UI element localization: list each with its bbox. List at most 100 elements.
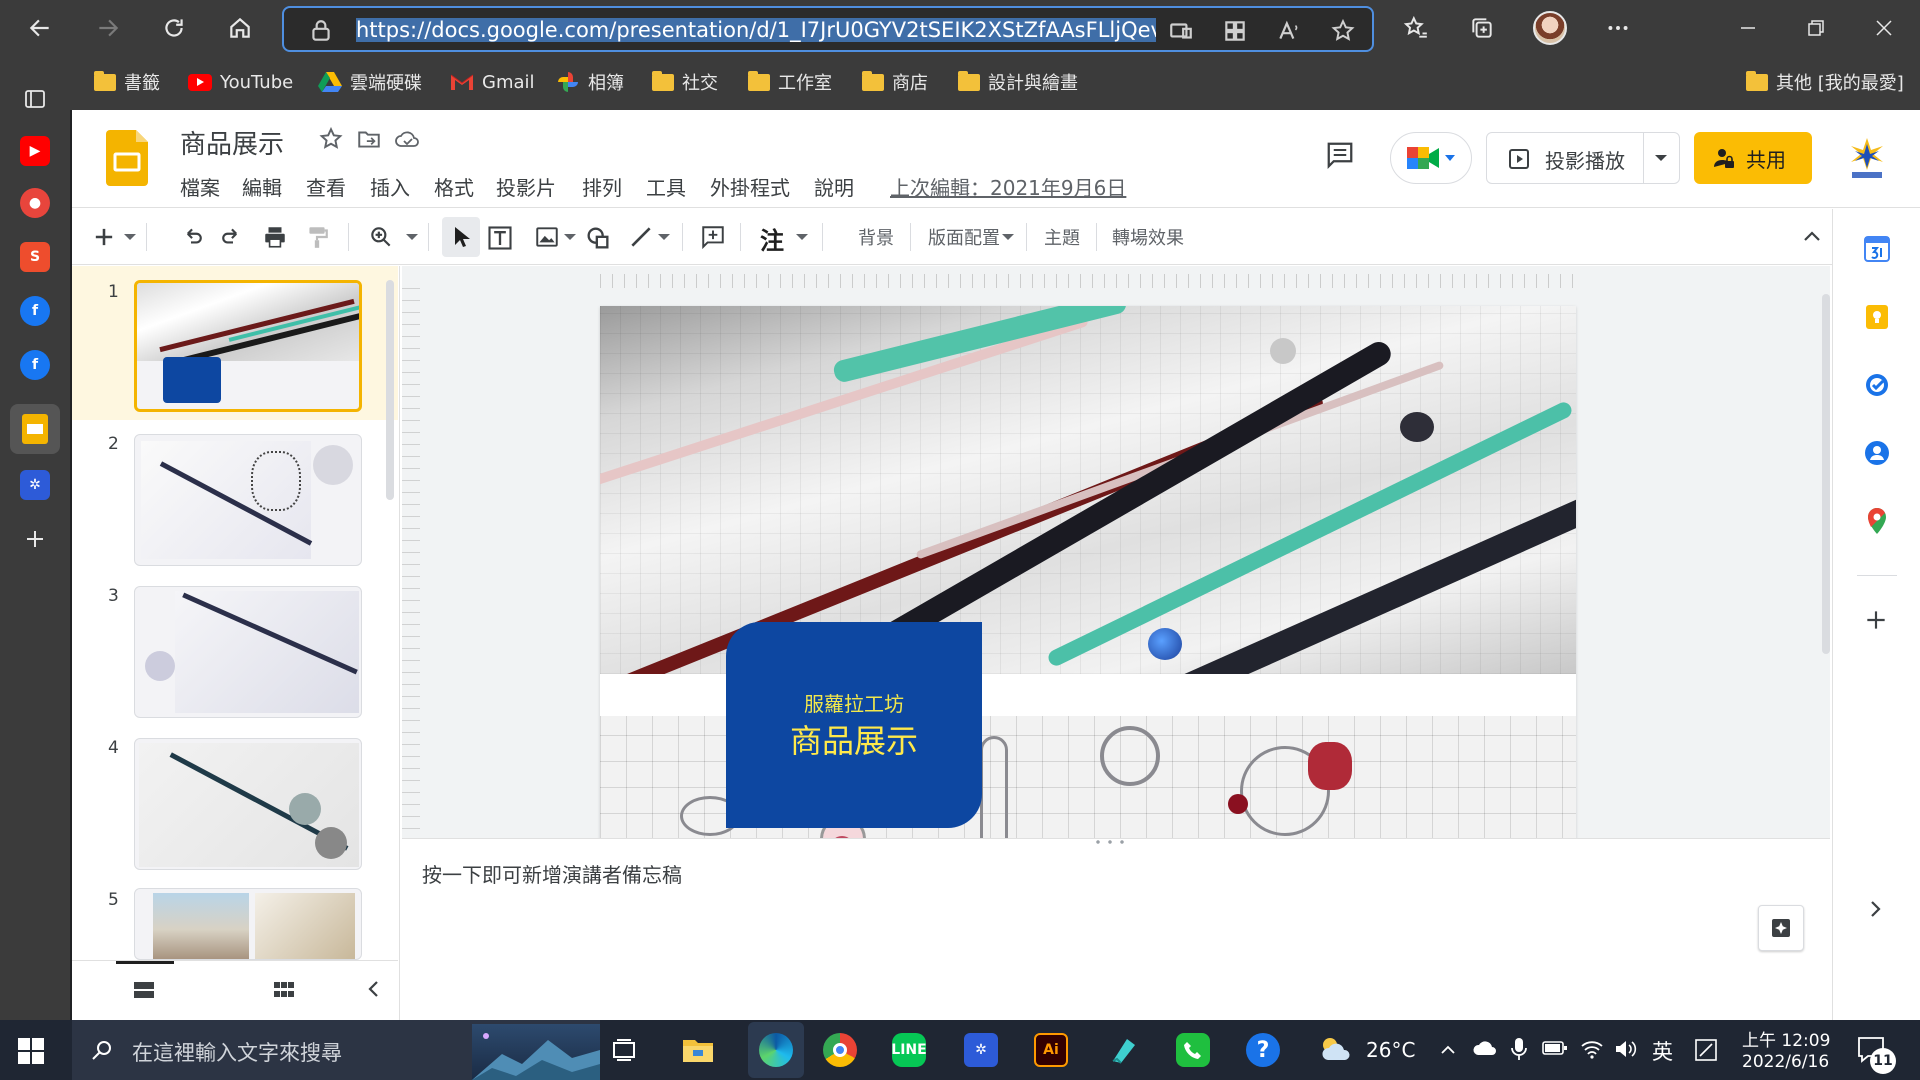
redo-icon[interactable]	[220, 224, 246, 250]
slide-title[interactable]: 商品展示	[726, 716, 982, 762]
add-icon[interactable]	[20, 524, 50, 554]
bookmark-folder-bookmarks[interactable]: 書籤	[94, 68, 160, 96]
volume-icon[interactable]	[1614, 1038, 1638, 1060]
slides-logo-icon[interactable]	[106, 130, 148, 186]
transition-button[interactable]: 轉場效果	[1112, 224, 1184, 250]
input-tools-icon[interactable]: 注	[760, 221, 784, 256]
bookmark-google-photos[interactable]: 相簿	[556, 68, 624, 96]
bookmark-gmail[interactable]: Gmail	[450, 68, 535, 96]
weather-icon[interactable]	[1318, 1034, 1354, 1064]
windows-start-icon[interactable]	[18, 1038, 44, 1064]
present-button[interactable]: 投影播放	[1486, 132, 1680, 184]
chevron-left-icon[interactable]	[364, 977, 384, 1001]
chevron-up-icon[interactable]	[1438, 1040, 1458, 1060]
back-icon[interactable]	[20, 8, 60, 48]
share-button[interactable]: 共用	[1694, 132, 1812, 184]
chevron-down-icon[interactable]	[1002, 233, 1014, 241]
chevron-down-icon[interactable]	[564, 233, 576, 241]
text-box-icon[interactable]	[486, 224, 514, 252]
forward-icon[interactable]	[88, 8, 128, 48]
slide-thumbnail-5[interactable]	[134, 888, 362, 960]
more-menu-icon[interactable]	[1600, 10, 1636, 46]
minimize-icon[interactable]	[1730, 10, 1766, 46]
battery-icon[interactable]	[1542, 1038, 1568, 1058]
line-app-icon[interactable]: LINE	[891, 1033, 927, 1067]
shopee-icon[interactable]: S	[20, 242, 50, 272]
comment-history-icon[interactable]	[1324, 140, 1356, 170]
slide-thumbnail-4[interactable]	[134, 738, 362, 870]
explore-button[interactable]	[1758, 905, 1804, 951]
menu-edit[interactable]: 編輯	[242, 172, 282, 201]
microphone-icon[interactable]	[1510, 1036, 1528, 1062]
google-tasks-icon[interactable]	[1863, 371, 1891, 399]
print-icon[interactable]	[262, 224, 288, 250]
menu-arrange[interactable]: 排列	[582, 172, 622, 201]
new-slide-icon[interactable]	[90, 223, 118, 251]
collapse-toolbar-icon[interactable]	[1800, 225, 1824, 249]
app-icon[interactable]: ✲	[964, 1033, 998, 1067]
tab-actions-icon[interactable]	[20, 84, 50, 114]
facebook-icon[interactable]: f	[20, 296, 50, 326]
phone-link-icon[interactable]	[1176, 1033, 1210, 1067]
google-slides-icon[interactable]	[10, 404, 60, 454]
menu-view[interactable]: 查看	[306, 172, 346, 201]
canvas-scrollbar[interactable]	[1822, 294, 1830, 654]
theme-button[interactable]: 主題	[1044, 224, 1080, 250]
title-box[interactable]: 服蘿拉工坊 商品展示	[726, 622, 982, 828]
line-icon[interactable]	[628, 224, 654, 250]
address-bar[interactable]: https://docs.google.com/presentation/d/1…	[282, 6, 1374, 52]
add-comment-icon[interactable]	[700, 224, 726, 250]
wifi-icon[interactable]	[1580, 1038, 1604, 1060]
url-text[interactable]: https://docs.google.com/presentation/d/1…	[356, 18, 1156, 42]
close-icon[interactable]	[1866, 10, 1902, 46]
read-aloud-icon[interactable]	[1276, 18, 1302, 44]
clock-date[interactable]: 2022/6/16	[1742, 1052, 1829, 1072]
slide-1[interactable]: 服蘿拉工坊 商品展示	[600, 306, 1576, 838]
google-contacts-icon[interactable]	[1863, 439, 1891, 467]
grid-view-icon[interactable]	[272, 979, 296, 1001]
weather-temp[interactable]: 26°C	[1366, 1038, 1415, 1062]
slide-thumbnail-3[interactable]	[134, 586, 362, 718]
menu-addons[interactable]: 外掛程式	[710, 172, 790, 201]
add-favorite-icon[interactable]	[1330, 18, 1356, 44]
undo-icon[interactable]	[178, 224, 204, 250]
notes-placeholder[interactable]: 按一下即可新增演講者備忘稿	[422, 859, 682, 888]
chevron-down-icon[interactable]	[406, 233, 418, 241]
chevron-down-icon[interactable]	[124, 233, 136, 241]
google-maps-icon[interactable]	[1865, 507, 1889, 535]
menu-file[interactable]: 檔案	[180, 172, 220, 201]
onedrive-icon[interactable]	[1472, 1038, 1498, 1058]
google-calendar-icon[interactable]	[1863, 235, 1891, 263]
move-folder-icon[interactable]	[356, 126, 382, 152]
last-edit-link[interactable]: 上次編輯：2021年9月6日	[890, 172, 1126, 201]
menu-insert[interactable]: 插入	[370, 172, 410, 201]
star-icon[interactable]	[318, 126, 344, 152]
zoom-icon[interactable]	[368, 224, 394, 250]
favorites-icon[interactable]	[1398, 10, 1434, 46]
google-keep-icon[interactable]	[1863, 303, 1891, 331]
bookmark-folder-shop[interactable]: 商店	[862, 68, 928, 96]
app-icon[interactable]	[1104, 1030, 1144, 1070]
slide-thumbnail-2[interactable]	[134, 434, 362, 566]
slide-subtitle[interactable]: 服蘿拉工坊	[726, 688, 982, 717]
refresh-icon[interactable]	[154, 8, 194, 48]
list-view-icon[interactable]	[132, 979, 156, 1001]
select-tool-icon[interactable]	[442, 217, 480, 257]
bookmark-youtube[interactable]: YouTube	[188, 68, 293, 96]
meet-button[interactable]	[1390, 132, 1472, 184]
menu-slide[interactable]: 投影片	[496, 172, 556, 201]
input-language[interactable]: 英	[1652, 1036, 1673, 1066]
task-view-icon[interactable]	[604, 1030, 644, 1070]
collections-icon[interactable]	[1464, 10, 1500, 46]
cloud-saved-icon[interactable]	[394, 126, 422, 152]
insert-image-icon[interactable]	[534, 224, 560, 250]
resize-handle[interactable]	[1092, 839, 1132, 845]
chevron-down-icon[interactable]	[658, 233, 670, 241]
home-icon[interactable]	[220, 8, 260, 48]
bookmark-folder-studio[interactable]: 工作室	[748, 68, 832, 96]
bookmark-folder-social[interactable]: 社交	[652, 68, 718, 96]
background-button[interactable]: 背景	[858, 224, 894, 250]
illustrator-icon[interactable]: Ai	[1034, 1033, 1068, 1067]
slide-thumbnail-1[interactable]	[134, 280, 362, 412]
shape-icon[interactable]	[584, 224, 612, 252]
